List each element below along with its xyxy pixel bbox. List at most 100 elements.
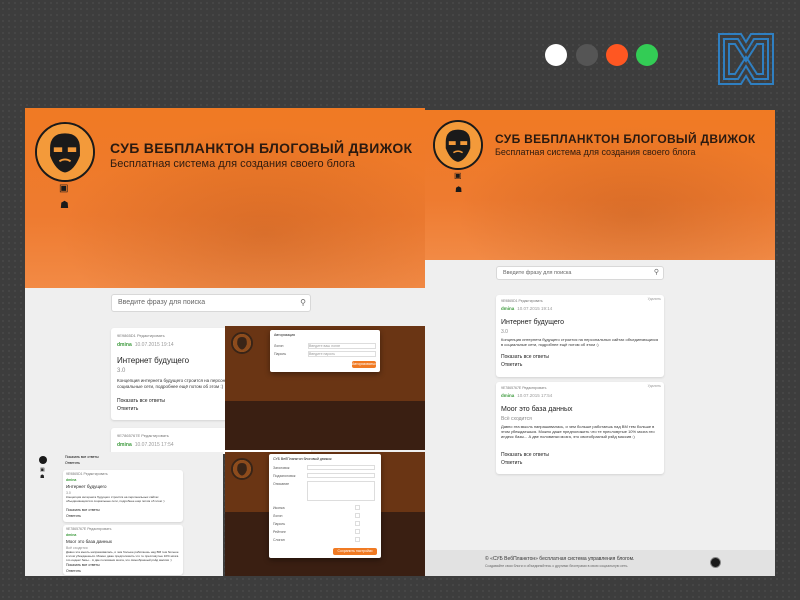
login-submit-button[interactable]: Авторизоваться bbox=[352, 361, 378, 368]
blog-header: СУБ ВЕБПЛАНКТОН БЛОГОВЫЙ ДВИЖОК Бесплатн… bbox=[25, 108, 425, 288]
delete-link[interactable]: Удалить bbox=[648, 384, 661, 388]
avatar bbox=[231, 458, 253, 480]
blog-subtitle: Бесплатная система для создания своего б… bbox=[110, 158, 356, 170]
color-swatch-orange[interactable] bbox=[606, 44, 628, 66]
post-author[interactable]: dmina 10.07.2015 17:54 bbox=[117, 442, 174, 448]
book-icon[interactable]: ▣ bbox=[454, 172, 462, 180]
post-title[interactable]: Интернет будущего bbox=[501, 319, 564, 326]
show-all-replies[interactable]: Показать все ответы bbox=[66, 508, 100, 512]
search-icon[interactable]: ⚲ bbox=[300, 295, 306, 311]
book-icon[interactable]: ▣ bbox=[40, 467, 45, 473]
post-title[interactable]: Моог это база данных bbox=[501, 406, 573, 413]
mobile-avatar-icon bbox=[39, 456, 47, 464]
brand-logo bbox=[715, 28, 777, 90]
post-card: Удалить 9E7865767E Редактировать dmina 10… bbox=[496, 382, 664, 474]
search-input[interactable]: Введите фразу для поиска ⚲ bbox=[496, 266, 664, 280]
delete-link[interactable]: Удалить bbox=[648, 297, 661, 301]
footer-line-2: Создавайте свои блоги и объединяйтесь с … bbox=[485, 564, 629, 568]
auth-modal-screen: Авторизация Логин Введите ваш логин Паро… bbox=[225, 326, 425, 450]
blog-title: СУБ ВЕБПЛАНКТОН БЛОГОВЫЙ ДВИЖОК bbox=[495, 132, 756, 146]
post-body: Давно эта мысль напрашивалась, и чем бол… bbox=[501, 424, 655, 440]
show-all-replies[interactable]: Показать все ответы bbox=[117, 398, 165, 404]
mobile-screenshot: Показать все ответы Ответить ▣ ☗ 9E9865D… bbox=[25, 452, 223, 576]
search-input[interactable]: Введите фразу для поиска ⚲ bbox=[111, 294, 311, 312]
post-title[interactable]: Интернет будущего bbox=[66, 484, 107, 489]
post-meta[interactable]: 9E7865767E Редактировать bbox=[66, 527, 111, 531]
user-icon[interactable]: ☗ bbox=[40, 474, 44, 480]
show-all-replies[interactable]: Показать все ответы bbox=[66, 563, 100, 567]
footer-line-1: © «СУБ ВебПланктон» бесплатная система у… bbox=[485, 556, 635, 562]
settings-field-label: Заголовок bbox=[273, 466, 290, 470]
settings-field-textarea[interactable] bbox=[307, 481, 375, 501]
post-meta[interactable]: 9E7865767E Редактировать bbox=[501, 386, 546, 390]
post-version: 3.0 bbox=[117, 368, 126, 374]
modal-title: Авторизация bbox=[274, 333, 295, 337]
avatar bbox=[35, 122, 95, 182]
desktop-screenshot-right: СУБ ВЕБПЛАНКТОН БЛОГОВЫЙ ДВИЖОК Бесплатн… bbox=[425, 110, 775, 576]
mobile-reply[interactable]: Ответить bbox=[65, 461, 80, 465]
post-title[interactable]: Моог это база данных bbox=[66, 539, 112, 544]
post-meta[interactable]: 9E9865D1 Редактировать bbox=[66, 472, 108, 476]
avatar bbox=[433, 120, 483, 170]
settings-field-label: Описание bbox=[273, 482, 290, 486]
post-body: Концепция интернета будущего строится на… bbox=[501, 337, 659, 348]
user-icon[interactable]: ☗ bbox=[60, 201, 69, 211]
modal-title: СУБ ВебПланктон блоговый движок bbox=[273, 457, 332, 461]
avatar bbox=[231, 332, 253, 354]
user-icon[interactable]: ☗ bbox=[455, 186, 462, 194]
reply-link[interactable]: Ответить bbox=[501, 362, 522, 368]
post-card: 9E9865D1 Редактировать dmina Интернет бу… bbox=[63, 470, 183, 522]
settings-field-label: Пароль bbox=[273, 522, 286, 526]
show-all-replies[interactable]: Показать все ответы bbox=[501, 354, 549, 360]
settings-modal: СУБ ВебПланктон блоговый движок Заголово… bbox=[269, 454, 381, 558]
post-author[interactable]: dmina 10.07.2015 19:14 bbox=[501, 306, 552, 311]
reply-link[interactable]: Ответить bbox=[66, 514, 81, 518]
settings-field-input[interactable] bbox=[355, 505, 360, 510]
blog-title: СУБ ВЕБПЛАНКТОН БЛОГОВЫЙ ДВИЖОК bbox=[110, 140, 413, 156]
post-card: 9E7865767E Редактировать dmina Моог это … bbox=[63, 525, 183, 575]
post-author[interactable]: dmina 10.07.2015 19:14 bbox=[117, 342, 174, 348]
settings-save-button[interactable]: Сохранить настройки bbox=[333, 548, 377, 555]
footer: © «СУБ ВебПланктон» бесплатная система у… bbox=[425, 550, 775, 576]
settings-field-label: Подзаголовок bbox=[273, 474, 296, 478]
settings-field-input[interactable] bbox=[355, 537, 360, 542]
color-swatch-gray[interactable] bbox=[576, 44, 598, 66]
post-body: Концепция интернета будущего строится на… bbox=[66, 495, 165, 503]
post-meta[interactable]: 9E9865D1 Редактировать bbox=[117, 333, 165, 338]
settings-field-label: Логин bbox=[273, 514, 283, 518]
mobile-show-all[interactable]: Показать все ответы bbox=[65, 455, 99, 459]
reply-link[interactable]: Ответить bbox=[117, 406, 138, 412]
post-meta[interactable]: 9E7865767E Редактировать bbox=[117, 433, 169, 438]
settings-field-input[interactable] bbox=[307, 465, 375, 470]
password-field[interactable]: Введите пароль bbox=[308, 351, 376, 357]
settings-modal-screen: СУБ ВебПланктон блоговый движок Заголово… bbox=[225, 452, 425, 576]
post-author[interactable]: dmina bbox=[66, 478, 76, 482]
reply-link[interactable]: Ответить bbox=[66, 569, 81, 573]
auth-modal: Авторизация Логин Введите ваш логин Паро… bbox=[270, 330, 380, 372]
post-version: Всё сходится bbox=[501, 416, 532, 422]
post-card: Удалить 9E9865D1 Редактировать dmina 10.0… bbox=[496, 295, 664, 377]
post-meta[interactable]: 9E9865D1 Редактировать bbox=[501, 299, 543, 303]
settings-field-input[interactable] bbox=[355, 521, 360, 526]
settings-field-input[interactable] bbox=[355, 529, 360, 534]
show-all-replies[interactable]: Показать все ответы bbox=[501, 452, 549, 458]
post-version: 3.0 bbox=[501, 329, 508, 335]
password-label: Пароль bbox=[274, 352, 287, 356]
post-title[interactable]: Интернет будущего bbox=[117, 356, 189, 365]
settings-field-label: Слоган bbox=[273, 538, 285, 542]
color-swatch-white[interactable] bbox=[545, 44, 567, 66]
blog-header: СУБ ВЕБПЛАНКТОН БЛОГОВЫЙ ДВИЖОК Бесплатн… bbox=[425, 110, 775, 260]
settings-field-label: Иконка bbox=[273, 506, 285, 510]
login-field[interactable]: Введите ваш логин bbox=[308, 343, 376, 349]
reply-link[interactable]: Ответить bbox=[501, 460, 522, 466]
blog-subtitle: Бесплатная система для создания своего б… bbox=[495, 147, 696, 157]
post-author[interactable]: dmina 10.07.2015 17:54 bbox=[501, 393, 552, 398]
color-swatch-green[interactable] bbox=[636, 44, 658, 66]
book-icon[interactable]: ▣ bbox=[59, 184, 68, 194]
search-icon[interactable]: ⚲ bbox=[654, 267, 659, 279]
login-label: Логин bbox=[274, 344, 284, 348]
post-body: Давно эта мысль напрашивалась, и чем бол… bbox=[66, 550, 179, 562]
settings-field-input[interactable] bbox=[307, 473, 375, 478]
post-author[interactable]: dmina bbox=[66, 533, 76, 537]
settings-field-input[interactable] bbox=[355, 513, 360, 518]
